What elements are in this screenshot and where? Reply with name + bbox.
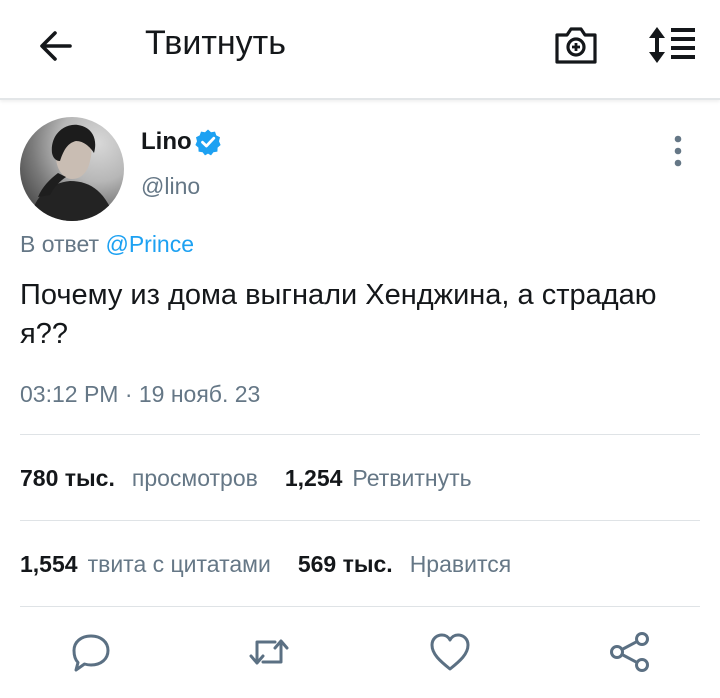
verified-badge-icon xyxy=(195,129,221,156)
more-options-button[interactable] xyxy=(668,134,688,168)
tweet-text: Почему из дома выгнали Хенджина, а страд… xyxy=(20,279,657,350)
retweet-button[interactable] xyxy=(245,628,293,676)
author-handle[interactable]: @lino xyxy=(141,173,200,200)
stats-row-views: 780 тыс. просмотров 1,254 Ретвитнуть xyxy=(20,465,472,492)
arrow-left-icon xyxy=(40,31,72,61)
retweets-label[interactable]: Ретвитнуть xyxy=(352,465,471,492)
likes-count[interactable]: 569 тыс. xyxy=(298,551,393,578)
action-bar xyxy=(0,628,720,688)
reply-button[interactable] xyxy=(67,628,115,676)
author-name: Lino xyxy=(141,128,192,155)
reply-icon xyxy=(72,634,110,672)
stats-row-quotes: 1,554 твита с цитатами 569 тыс. Нравится xyxy=(20,551,511,578)
share-icon xyxy=(610,632,649,672)
views-label: просмотров xyxy=(131,465,258,491)
share-button[interactable] xyxy=(606,628,654,676)
divider xyxy=(20,434,700,435)
views-count: 780 тыс. xyxy=(20,465,115,491)
sort-list-icon xyxy=(649,27,695,63)
tweet-timestamp[interactable]: 03:12 PM · 19 нояб. 23 xyxy=(20,381,260,408)
camera-button[interactable] xyxy=(554,24,598,66)
likes-label[interactable]: Нравится xyxy=(410,551,512,578)
reply-context: В ответ @Prince xyxy=(20,231,194,258)
reply-mention-link[interactable]: @Prince xyxy=(105,231,194,257)
author-name-row[interactable]: Lino xyxy=(141,128,222,156)
avatar[interactable] xyxy=(20,117,124,221)
page-title: Твитнуть xyxy=(145,24,286,62)
profile-photo xyxy=(30,124,116,221)
divider xyxy=(20,520,700,521)
heart-icon xyxy=(430,633,470,671)
like-button[interactable] xyxy=(426,628,474,676)
more-vertical-icon xyxy=(674,135,682,167)
reply-prefix: В ответ xyxy=(20,231,100,257)
top-app-bar: Твитнуть xyxy=(0,0,720,100)
sort-button[interactable] xyxy=(646,24,698,66)
quotes-label[interactable]: твита с цитатами xyxy=(88,551,271,578)
retweets-count[interactable]: 1,254 xyxy=(285,465,343,492)
back-button[interactable] xyxy=(36,26,76,66)
retweet-icon xyxy=(249,639,289,665)
camera-icon xyxy=(555,27,597,64)
divider xyxy=(20,606,700,607)
quotes-count[interactable]: 1,554 xyxy=(20,551,78,578)
